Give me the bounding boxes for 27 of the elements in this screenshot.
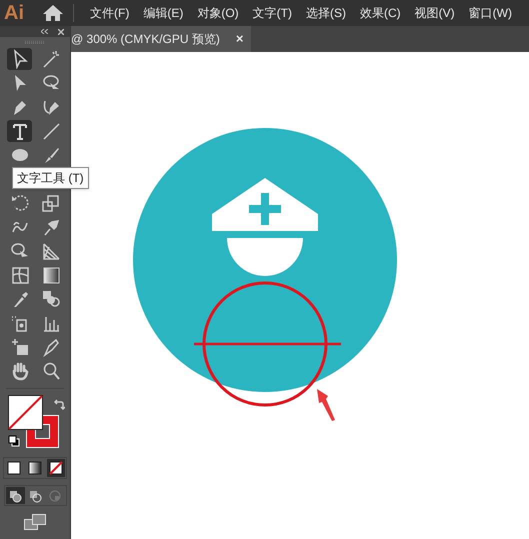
menu-item[interactable]: 文字(T) xyxy=(252,4,292,22)
gradient-mode-button[interactable] xyxy=(26,459,44,477)
home-icon[interactable] xyxy=(42,4,64,22)
menu-item[interactable]: 对象(O) xyxy=(197,4,239,22)
none-mode-button[interactable] xyxy=(47,459,65,477)
document-tab[interactable]: @ 300% (CMYK/GPU 预览) × xyxy=(71,26,252,52)
menu-item[interactable]: 视图(V) xyxy=(414,4,455,22)
collapse-icon[interactable] xyxy=(41,29,48,34)
type-icon[interactable] xyxy=(7,120,32,142)
menu-item[interactable]: 效果(C) xyxy=(360,4,401,22)
draw-normal-button[interactable] xyxy=(6,487,24,504)
screen-mode-icon[interactable] xyxy=(24,514,46,530)
close-tab-button[interactable]: × xyxy=(236,29,244,49)
swap-icon[interactable] xyxy=(54,399,65,410)
menu-item[interactable]: 选择(S) xyxy=(306,4,346,22)
color-mode-button[interactable] xyxy=(5,459,23,477)
menu-item[interactable]: 编辑(E) xyxy=(143,4,184,22)
tab-title[interactable]: @ 300% (CMYK/GPU 预览) xyxy=(71,30,220,48)
menu-item[interactable]: 文件(F) xyxy=(90,4,130,22)
arrow-icon xyxy=(317,389,335,421)
default-colors-icon[interactable] xyxy=(8,435,20,447)
menu-item[interactable]: 窗口(W) xyxy=(468,4,512,22)
app-logo[interactable]: Ai xyxy=(0,3,28,23)
tooltip: 文字工具 (T) xyxy=(12,167,89,189)
grip-icon[interactable] xyxy=(25,41,45,44)
fill-swatch[interactable] xyxy=(8,395,43,430)
close-icon[interactable] xyxy=(58,28,64,34)
